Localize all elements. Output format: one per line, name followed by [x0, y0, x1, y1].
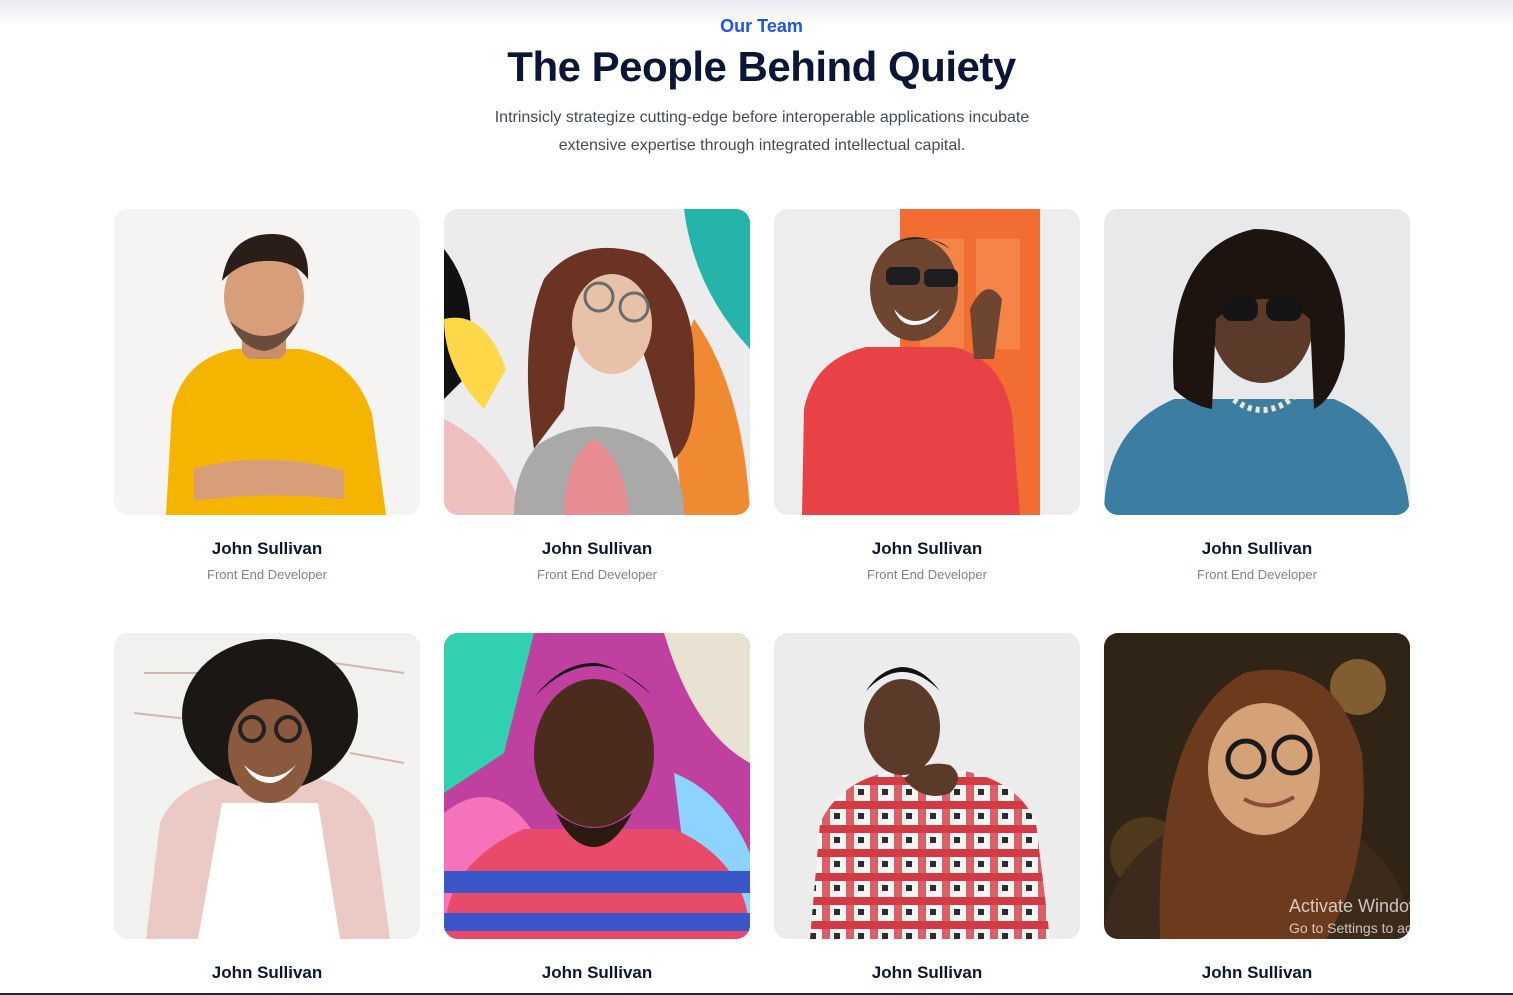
team-card[interactable]: John Sullivan Front End Developer	[1104, 209, 1410, 582]
windows-activation-watermark: Activate Windows Go to Settings to activ…	[1289, 896, 1510, 936]
team-member-photo	[444, 209, 750, 515]
section-eyebrow: Our Team	[720, 16, 803, 36]
team-member-photo	[114, 633, 420, 939]
team-card[interactable]: John Sullivan Front End Developer	[774, 633, 1080, 995]
team-member-photo	[774, 209, 1080, 515]
team-member-role: Front End Developer	[867, 567, 987, 582]
section-subtitle: Intrinsicly strategize cutting-edge befo…	[494, 109, 1030, 154]
team-member-name: John Sullivan	[211, 539, 323, 558]
team-member-role: Front End Developer	[537, 567, 657, 582]
team-member-name: John Sullivan	[211, 963, 323, 982]
team-member-photo	[1104, 633, 1410, 939]
team-member-photo	[114, 209, 420, 515]
team-member-role: Front End Developer	[1197, 567, 1317, 582]
team-member-name: John Sullivan	[1201, 539, 1313, 558]
team-member-name: John Sullivan	[1201, 963, 1313, 982]
team-member-photo	[774, 633, 1080, 939]
team-card[interactable]: John Sullivan Front End Developer	[774, 209, 1080, 582]
team-member-name: John Sullivan	[871, 539, 983, 558]
team-member-photo	[444, 633, 750, 939]
team-member-role: Front End Developer	[207, 567, 327, 582]
section-title: The People Behind Quiety	[507, 43, 1016, 90]
team-card[interactable]: John Sullivan Front End Developer	[444, 633, 750, 995]
team-member-name: John Sullivan	[541, 963, 653, 982]
watermark-subtitle: Go to Settings to activate Windows.	[1289, 920, 1510, 936]
team-section: Our Team The People Behind Quiety Intrin…	[0, 0, 1513, 995]
team-card[interactable]: John Sullivan Front End Developer	[444, 209, 750, 582]
team-card[interactable]: John Sullivan Front End Developer	[114, 633, 420, 995]
team-member-name: John Sullivan	[541, 539, 653, 558]
team-card[interactable]: John Sullivan Front End Developer	[1104, 633, 1410, 995]
watermark-title: Activate Windows	[1289, 896, 1432, 916]
team-member-name: John Sullivan	[871, 963, 983, 982]
team-card[interactable]: John Sullivan Front End Developer	[114, 209, 420, 582]
team-member-photo	[1104, 209, 1410, 515]
